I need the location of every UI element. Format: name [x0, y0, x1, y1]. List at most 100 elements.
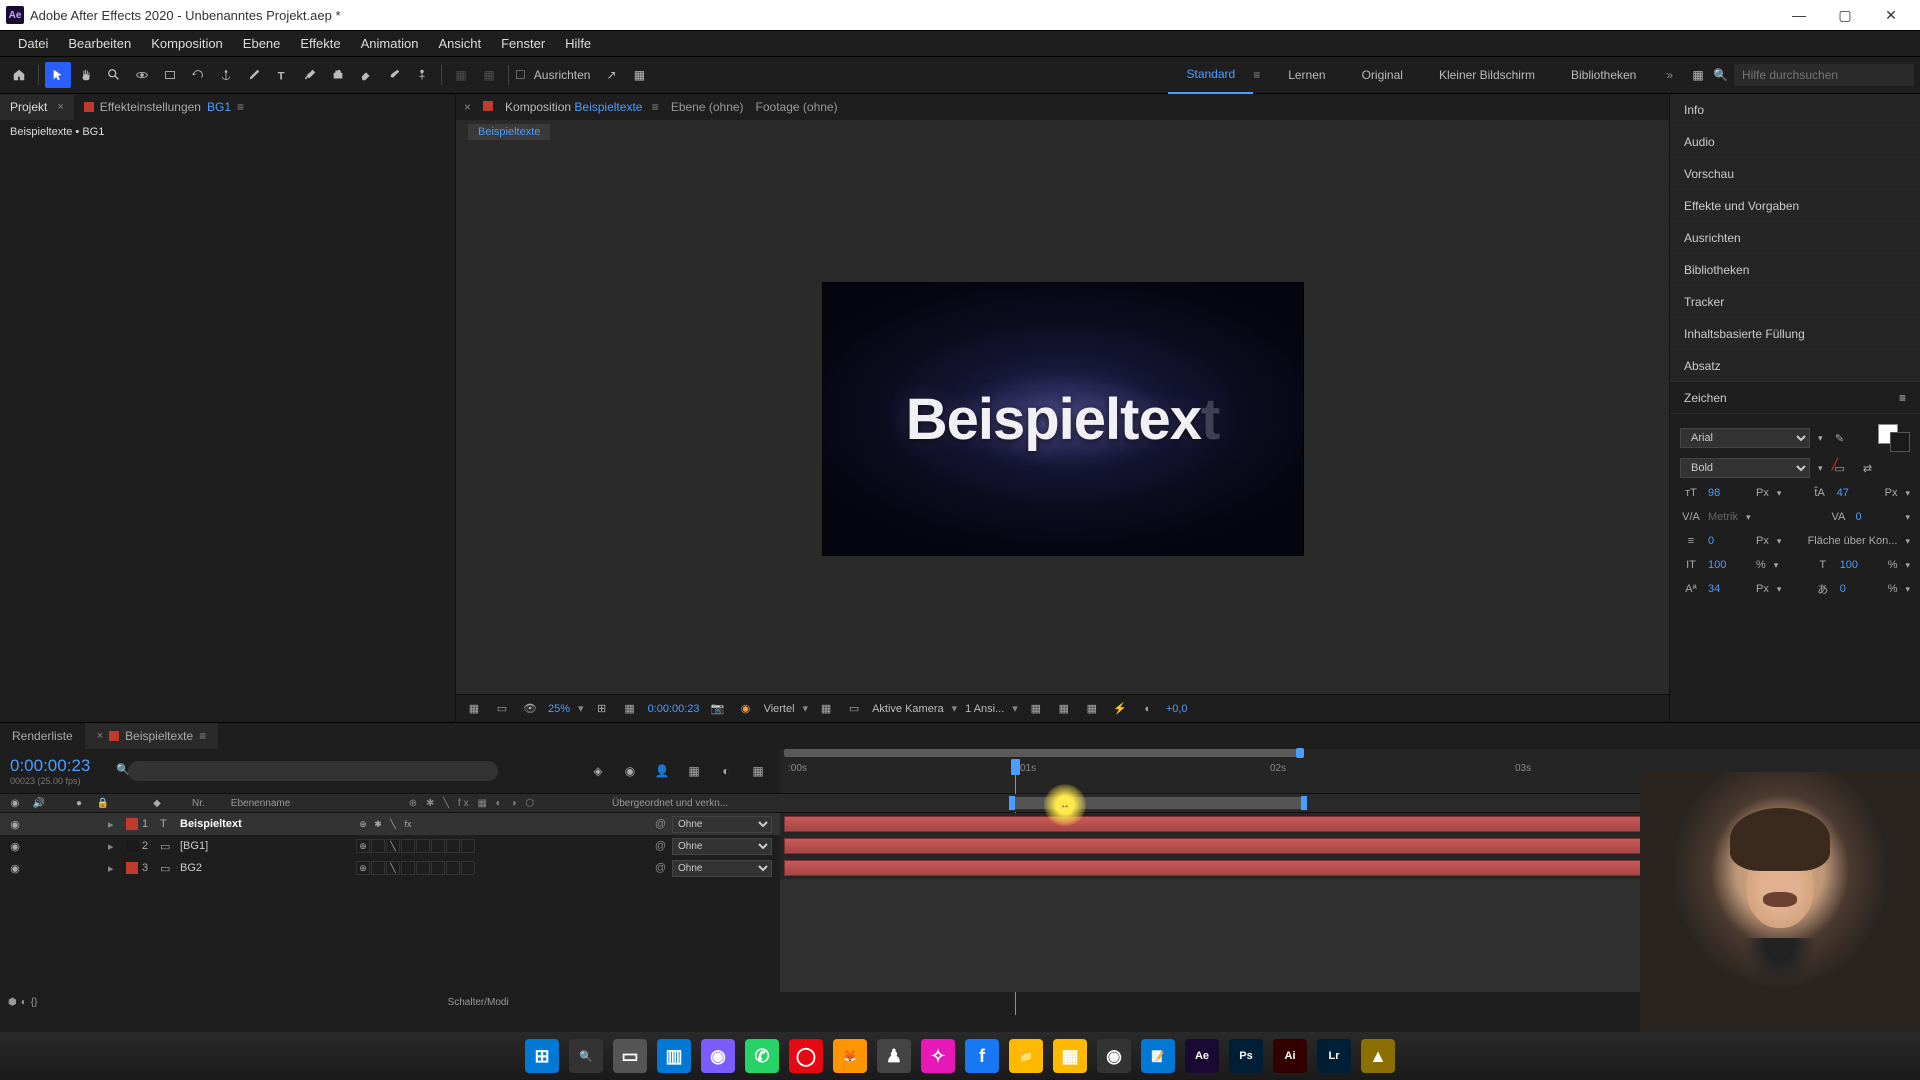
- pickwhip-icon[interactable]: @: [655, 840, 666, 852]
- frame-blend-icon[interactable]: ▦: [682, 759, 706, 783]
- panel-character[interactable]: Zeichen ≡: [1670, 382, 1920, 414]
- graph-editor-icon[interactable]: ▦: [746, 759, 770, 783]
- layer-row[interactable]: ◉▸3▭BG2⊕╲@Ohne: [0, 857, 1920, 879]
- menu-ebene[interactable]: Ebene: [233, 36, 291, 51]
- channel-icon[interactable]: ▭: [492, 699, 512, 719]
- taskbar-app[interactable]: Ai: [1273, 1039, 1307, 1073]
- fill-option[interactable]: Fläche über Kon...: [1808, 535, 1898, 547]
- brush-tool[interactable]: [297, 62, 323, 88]
- toggle-switches-icon[interactable]: ⬢: [8, 997, 17, 1008]
- toggle-modes-icon[interactable]: ◐: [21, 997, 27, 1008]
- label-column-icon[interactable]: ◆: [150, 798, 164, 809]
- exposure-icon[interactable]: ◐: [1138, 699, 1158, 719]
- mask-icon[interactable]: 👁: [520, 699, 540, 719]
- pickwhip-icon[interactable]: @: [655, 862, 666, 874]
- taskbar-app[interactable]: 📝: [1141, 1039, 1175, 1073]
- expand-caret[interactable]: ▸: [108, 818, 122, 831]
- parent-select[interactable]: Ohne: [672, 838, 772, 855]
- panel-tracker[interactable]: Tracker: [1670, 286, 1920, 318]
- menu-hilfe[interactable]: Hilfe: [555, 36, 601, 51]
- no-stroke-icon[interactable]: ▭╱: [1829, 459, 1851, 477]
- shy-icon[interactable]: 👤: [650, 759, 674, 783]
- panel-ausrichten[interactable]: Ausrichten: [1670, 222, 1920, 254]
- visibility-toggle[interactable]: ◉: [8, 862, 22, 875]
- workspace-standard[interactable]: Standard: [1168, 56, 1253, 94]
- motion-blur-icon[interactable]: ◐: [714, 759, 738, 783]
- tracking-value[interactable]: 0: [1855, 511, 1897, 523]
- menu-effekte[interactable]: Effekte: [290, 36, 350, 51]
- panel-inhaltsbasierte-füllung[interactable]: Inhaltsbasierte Füllung: [1670, 318, 1920, 350]
- label-color[interactable]: [126, 862, 138, 874]
- color-swatches[interactable]: [1878, 424, 1910, 452]
- help-search-input[interactable]: [1734, 64, 1914, 86]
- rect-tool[interactable]: [157, 62, 183, 88]
- color-mgmt-icon[interactable]: ◉: [736, 699, 756, 719]
- current-time[interactable]: 0:00:00:23: [10, 756, 90, 776]
- close-icon[interactable]: ×: [57, 101, 63, 113]
- tsume-value[interactable]: 0: [1840, 583, 1882, 595]
- renderer-icon[interactable]: ⚡: [1110, 699, 1130, 719]
- taskbar-app[interactable]: Ps: [1229, 1039, 1263, 1073]
- transparency-icon[interactable]: ▦: [816, 699, 836, 719]
- eraser-tool[interactable]: [353, 62, 379, 88]
- close-icon[interactable]: ×: [464, 100, 471, 114]
- panel-bibliotheken[interactable]: Bibliotheken: [1670, 254, 1920, 286]
- anchor-tool[interactable]: [213, 62, 239, 88]
- taskbar-app[interactable]: ▦: [1053, 1039, 1087, 1073]
- taskbar-app[interactable]: ▲: [1361, 1039, 1395, 1073]
- panel-effekte-und-vorgaben[interactable]: Effekte und Vorgaben: [1670, 190, 1920, 222]
- maximize-button[interactable]: ▢: [1822, 0, 1868, 30]
- taskbar-app[interactable]: ◉: [1097, 1039, 1131, 1073]
- fast-preview-icon[interactable]: ▦: [1054, 699, 1074, 719]
- snap-options-icon[interactable]: ↗: [598, 62, 624, 88]
- menu-fenster[interactable]: Fenster: [491, 36, 555, 51]
- exposure-value[interactable]: +0,0: [1166, 703, 1188, 715]
- pen-tool[interactable]: [241, 62, 267, 88]
- hscale-value[interactable]: 100: [1840, 559, 1882, 571]
- snap-grid-icon[interactable]: ▦: [626, 62, 652, 88]
- lock-column-icon[interactable]: 🔒: [96, 798, 110, 809]
- selection-tool[interactable]: [45, 62, 71, 88]
- switches-modes-toggle[interactable]: Schalter/Modi: [37, 997, 918, 1008]
- stroke-width-value[interactable]: 0: [1708, 535, 1750, 547]
- playhead[interactable]: [1011, 759, 1020, 775]
- close-button[interactable]: ✕: [1868, 0, 1914, 30]
- tab-effect-controls[interactable]: Effekteinstellungen BG1 ≡: [74, 94, 254, 120]
- vscale-value[interactable]: 100: [1708, 559, 1750, 571]
- taskbar-app[interactable]: 🔍: [569, 1039, 603, 1073]
- visibility-toggle[interactable]: ◉: [8, 840, 22, 853]
- alpha-icon[interactable]: ▦: [464, 699, 484, 719]
- hand-tool[interactable]: [73, 62, 99, 88]
- menu-bearbeiten[interactable]: Bearbeiten: [58, 36, 141, 51]
- taskbar-app[interactable]: ⊞: [525, 1039, 559, 1073]
- panel-absatz[interactable]: Absatz: [1670, 350, 1920, 382]
- minimize-button[interactable]: —: [1776, 0, 1822, 30]
- menu-komposition[interactable]: Komposition: [141, 36, 233, 51]
- in-handle[interactable]: [1009, 796, 1015, 810]
- roi-icon[interactable]: ▭: [844, 699, 864, 719]
- zoom-tool[interactable]: [101, 62, 127, 88]
- orbit-tool[interactable]: [129, 62, 155, 88]
- eyedropper-icon[interactable]: ✎: [1829, 429, 1851, 447]
- taskbar-app[interactable]: Ae: [1185, 1039, 1219, 1073]
- comp-flowchart-icon[interactable]: ◈: [586, 759, 610, 783]
- tab-timeline-comp[interactable]: × Beispieltexte ≡: [85, 723, 219, 749]
- col-parent[interactable]: Übergeordnet und verkn...: [612, 798, 772, 809]
- rotate-tool[interactable]: [185, 62, 211, 88]
- panel-menu-icon[interactable]: ≡: [199, 729, 206, 743]
- parent-select[interactable]: Ohne: [672, 860, 772, 877]
- font-weight-select[interactable]: Bold: [1680, 458, 1810, 478]
- camera-dropdown[interactable]: Aktive Kamera: [872, 703, 944, 715]
- solo-column-icon[interactable]: ●: [72, 798, 86, 809]
- comp-breadcrumb[interactable]: Beispieltexte: [468, 124, 550, 140]
- col-number[interactable]: Nr.: [192, 798, 205, 809]
- out-handle[interactable]: [1301, 796, 1307, 810]
- panel-vorschau[interactable]: Vorschau: [1670, 158, 1920, 190]
- work-area[interactable]: [784, 749, 1304, 757]
- col-layername[interactable]: Ebenenname: [231, 798, 399, 809]
- tab-footage[interactable]: Footage (ohne): [756, 100, 838, 114]
- panel-menu-icon[interactable]: ≡: [652, 100, 659, 114]
- zoom-dropdown[interactable]: 25%: [548, 703, 570, 715]
- pickwhip-icon[interactable]: @: [655, 818, 666, 830]
- puppet-tool[interactable]: [409, 62, 435, 88]
